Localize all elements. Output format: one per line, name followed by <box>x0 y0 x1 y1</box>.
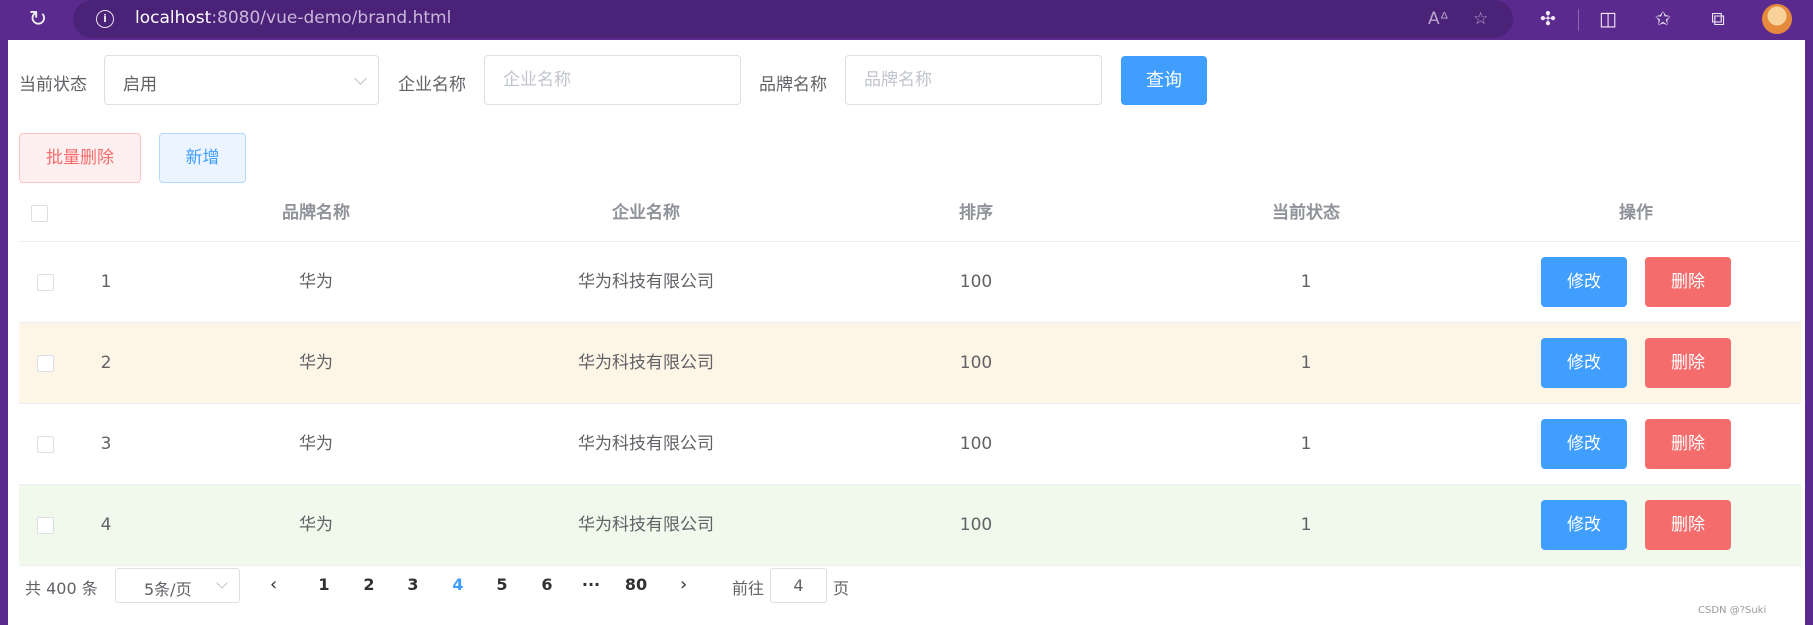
url-host: localhost <box>135 8 212 28</box>
goto-page-input[interactable] <box>770 568 827 603</box>
window-border-right <box>1805 40 1813 625</box>
page-number[interactable]: 1 <box>318 575 329 594</box>
add-favorite-icon[interactable]: ☆ <box>1473 9 1488 29</box>
cell-ordered: 100 <box>959 353 993 373</box>
watermark: CSDN @?Suki <box>1698 605 1767 616</box>
header-status[interactable]: 当前状态 <box>1272 192 1340 242</box>
collections-icon[interactable]: ⧉ <box>1706 8 1730 30</box>
cell-company-name: 华为科技有限公司 <box>578 353 714 373</box>
goto-suffix: 页 <box>833 579 850 598</box>
page-size-select[interactable]: 5条/页 <box>115 568 240 603</box>
toolbar-separator <box>1578 9 1579 31</box>
query-button[interactable]: 查询 <box>1121 56 1207 105</box>
status-select-value: 启用 <box>123 75 157 95</box>
read-aloud-icon[interactable]: Aᐞ <box>1428 9 1449 29</box>
cell-status: 1 <box>1300 515 1312 535</box>
cell-index: 2 <box>100 353 112 373</box>
url-path: :8080/vue-demo/brand.html <box>211 8 452 28</box>
cell-company-name: 华为科技有限公司 <box>578 272 714 292</box>
cell-ordered: 100 <box>959 434 993 454</box>
delete-button[interactable]: 删除 <box>1645 419 1731 469</box>
add-button[interactable]: 新增 <box>159 133 246 183</box>
cell-company-name: 华为科技有限公司 <box>578 515 714 535</box>
cell-company-name: 华为科技有限公司 <box>578 434 714 454</box>
cell-status: 1 <box>1300 353 1312 373</box>
table-row: 3 华为 华为科技有限公司 100 1 修改 删除 <box>19 404 1801 485</box>
row-checkbox[interactable] <box>37 355 54 372</box>
page-size-value: 5条/页 <box>144 580 192 599</box>
cell-status: 1 <box>1300 272 1312 292</box>
edit-button[interactable]: 修改 <box>1541 419 1627 469</box>
cell-index: 3 <box>100 434 112 454</box>
profile-avatar[interactable] <box>1762 4 1792 34</box>
status-label: 当前状态 <box>19 75 87 95</box>
prev-page-icon[interactable]: ‹ <box>270 574 277 595</box>
delete-button[interactable]: 删除 <box>1645 338 1731 388</box>
cell-brand-name: 华为 <box>299 515 333 535</box>
row-checkbox[interactable] <box>37 436 54 453</box>
page-number[interactable]: 5 <box>496 575 507 594</box>
page-number[interactable]: 80 <box>625 575 647 594</box>
favorites-icon[interactable]: ✩ <box>1651 8 1675 30</box>
brand-input[interactable] <box>845 55 1102 105</box>
split-screen-icon[interactable]: ◫ <box>1596 8 1620 30</box>
pagination-total: 共 400 条 <box>25 579 98 598</box>
status-select[interactable]: 启用 <box>104 55 379 105</box>
extensions-icon[interactable]: ✣ <box>1536 8 1560 30</box>
address-bar[interactable]: i localhost:8080/vue-demo/brand.html Aᐞ … <box>73 0 1513 38</box>
header-brand-name[interactable]: 品牌名称 <box>282 192 350 242</box>
cell-index: 4 <box>100 515 112 535</box>
cell-brand-name: 华为 <box>299 434 333 454</box>
header-company-name[interactable]: 企业名称 <box>612 192 680 242</box>
brand-label: 品牌名称 <box>759 75 827 95</box>
batch-delete-button[interactable]: 批量删除 <box>19 133 141 183</box>
cell-index: 1 <box>100 272 112 292</box>
table-row: 2 华为 华为科技有限公司 100 1 修改 删除 <box>19 323 1801 404</box>
goto-prefix: 前往 <box>732 579 765 598</box>
page-number[interactable]: 3 <box>407 575 418 594</box>
delete-button[interactable]: 删除 <box>1645 257 1731 307</box>
company-label: 企业名称 <box>398 75 466 95</box>
page-number-current[interactable]: 4 <box>452 575 463 594</box>
reload-icon[interactable]: ↻ <box>26 8 50 32</box>
site-info-icon[interactable]: i <box>96 10 114 28</box>
table-row: 1 华为 华为科技有限公司 100 1 修改 删除 <box>19 242 1801 323</box>
edit-button[interactable]: 修改 <box>1541 338 1627 388</box>
browser-toolbar: ↻ i localhost:8080/vue-demo/brand.html A… <box>0 0 1813 40</box>
cell-brand-name: 华为 <box>299 272 333 292</box>
edit-button[interactable]: 修改 <box>1541 500 1627 550</box>
chevron-down-icon <box>354 72 367 85</box>
cell-ordered: 100 <box>959 515 993 535</box>
table-row: 4 华为 华为科技有限公司 100 1 修改 删除 <box>19 485 1801 566</box>
cell-status: 1 <box>1300 434 1312 454</box>
cell-brand-name: 华为 <box>299 353 333 373</box>
delete-button[interactable]: 删除 <box>1645 500 1731 550</box>
url-text[interactable]: localhost:8080/vue-demo/brand.html <box>135 8 451 28</box>
more-pages-icon[interactable]: ··· <box>582 575 600 594</box>
header-operation: 操作 <box>1619 203 1653 223</box>
window-border-left <box>0 40 8 625</box>
page-number[interactable]: 6 <box>541 575 552 594</box>
row-checkbox[interactable] <box>37 274 54 291</box>
header-ordered[interactable]: 排序 <box>959 192 993 242</box>
edit-button[interactable]: 修改 <box>1541 257 1627 307</box>
row-checkbox[interactable] <box>37 517 54 534</box>
page-number[interactable]: 2 <box>363 575 374 594</box>
chevron-down-icon <box>216 577 228 589</box>
cell-ordered: 100 <box>959 272 993 292</box>
table-header: 品牌名称 企业名称 排序 当前状态 操作 <box>19 192 1801 242</box>
select-all-checkbox[interactable] <box>31 205 48 222</box>
next-page-icon[interactable]: › <box>680 574 687 595</box>
company-input[interactable] <box>484 55 741 105</box>
